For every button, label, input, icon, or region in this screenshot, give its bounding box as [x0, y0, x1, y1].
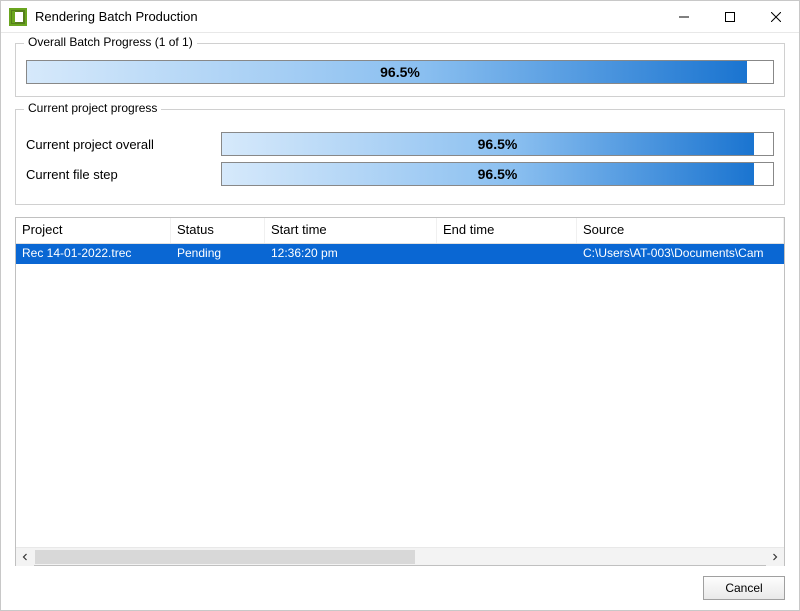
cell-source: C:\Users\AT-003\Documents\Cam	[577, 244, 784, 264]
minimize-button[interactable]	[661, 1, 707, 32]
close-button[interactable]	[753, 1, 799, 32]
window-frame: Rendering Batch Production Overall Batch…	[0, 0, 800, 611]
cell-status: Pending	[171, 244, 265, 264]
file-step-progress-bar: 96.5%	[221, 162, 774, 186]
content-area: Overall Batch Progress (1 of 1) 96.5% Cu…	[1, 33, 799, 610]
table-header: Project Status Start time End time Sourc…	[16, 218, 784, 244]
table-row[interactable]: Rec 14-01-2022.trec Pending 12:36:20 pm …	[16, 244, 784, 264]
horizontal-scrollbar[interactable]	[16, 547, 784, 565]
scroll-thumb[interactable]	[35, 550, 415, 564]
file-step-row: Current file step 96.5%	[26, 162, 774, 186]
titlebar: Rendering Batch Production	[1, 1, 799, 33]
scroll-track[interactable]	[35, 550, 765, 564]
cell-end-time	[437, 244, 577, 264]
project-progress-group: Current project progress Current project…	[15, 109, 785, 205]
project-overall-label: Current project overall	[26, 137, 221, 152]
overall-progress-group: Overall Batch Progress (1 of 1) 96.5%	[15, 43, 785, 97]
jobs-table: Project Status Start time End time Sourc…	[15, 217, 785, 566]
column-header-source[interactable]: Source	[577, 218, 784, 243]
app-icon	[9, 8, 27, 26]
project-overall-progress-percent: 96.5%	[222, 133, 773, 155]
project-overall-row: Current project overall 96.5%	[26, 132, 774, 156]
column-header-start-time[interactable]: Start time	[265, 218, 437, 243]
window-title: Rendering Batch Production	[35, 9, 198, 24]
scroll-right-arrow-icon[interactable]	[766, 548, 784, 566]
cell-start-time: 12:36:20 pm	[265, 244, 437, 264]
dialog-button-row: Cancel	[15, 566, 785, 600]
project-progress-group-label: Current project progress	[24, 101, 161, 115]
cancel-button[interactable]: Cancel	[703, 576, 785, 600]
column-header-project[interactable]: Project	[16, 218, 171, 243]
scroll-left-arrow-icon[interactable]	[16, 548, 34, 566]
table-body: Rec 14-01-2022.trec Pending 12:36:20 pm …	[16, 244, 784, 547]
file-step-progress-percent: 96.5%	[222, 163, 773, 185]
overall-progress-group-label: Overall Batch Progress (1 of 1)	[24, 35, 197, 49]
window-controls	[661, 1, 799, 32]
column-header-end-time[interactable]: End time	[437, 218, 577, 243]
file-step-label: Current file step	[26, 167, 221, 182]
cell-project: Rec 14-01-2022.trec	[16, 244, 171, 264]
project-overall-progress-bar: 96.5%	[221, 132, 774, 156]
overall-progress-percent: 96.5%	[27, 61, 773, 83]
overall-progress-bar: 96.5%	[26, 60, 774, 84]
maximize-button[interactable]	[707, 1, 753, 32]
column-header-status[interactable]: Status	[171, 218, 265, 243]
